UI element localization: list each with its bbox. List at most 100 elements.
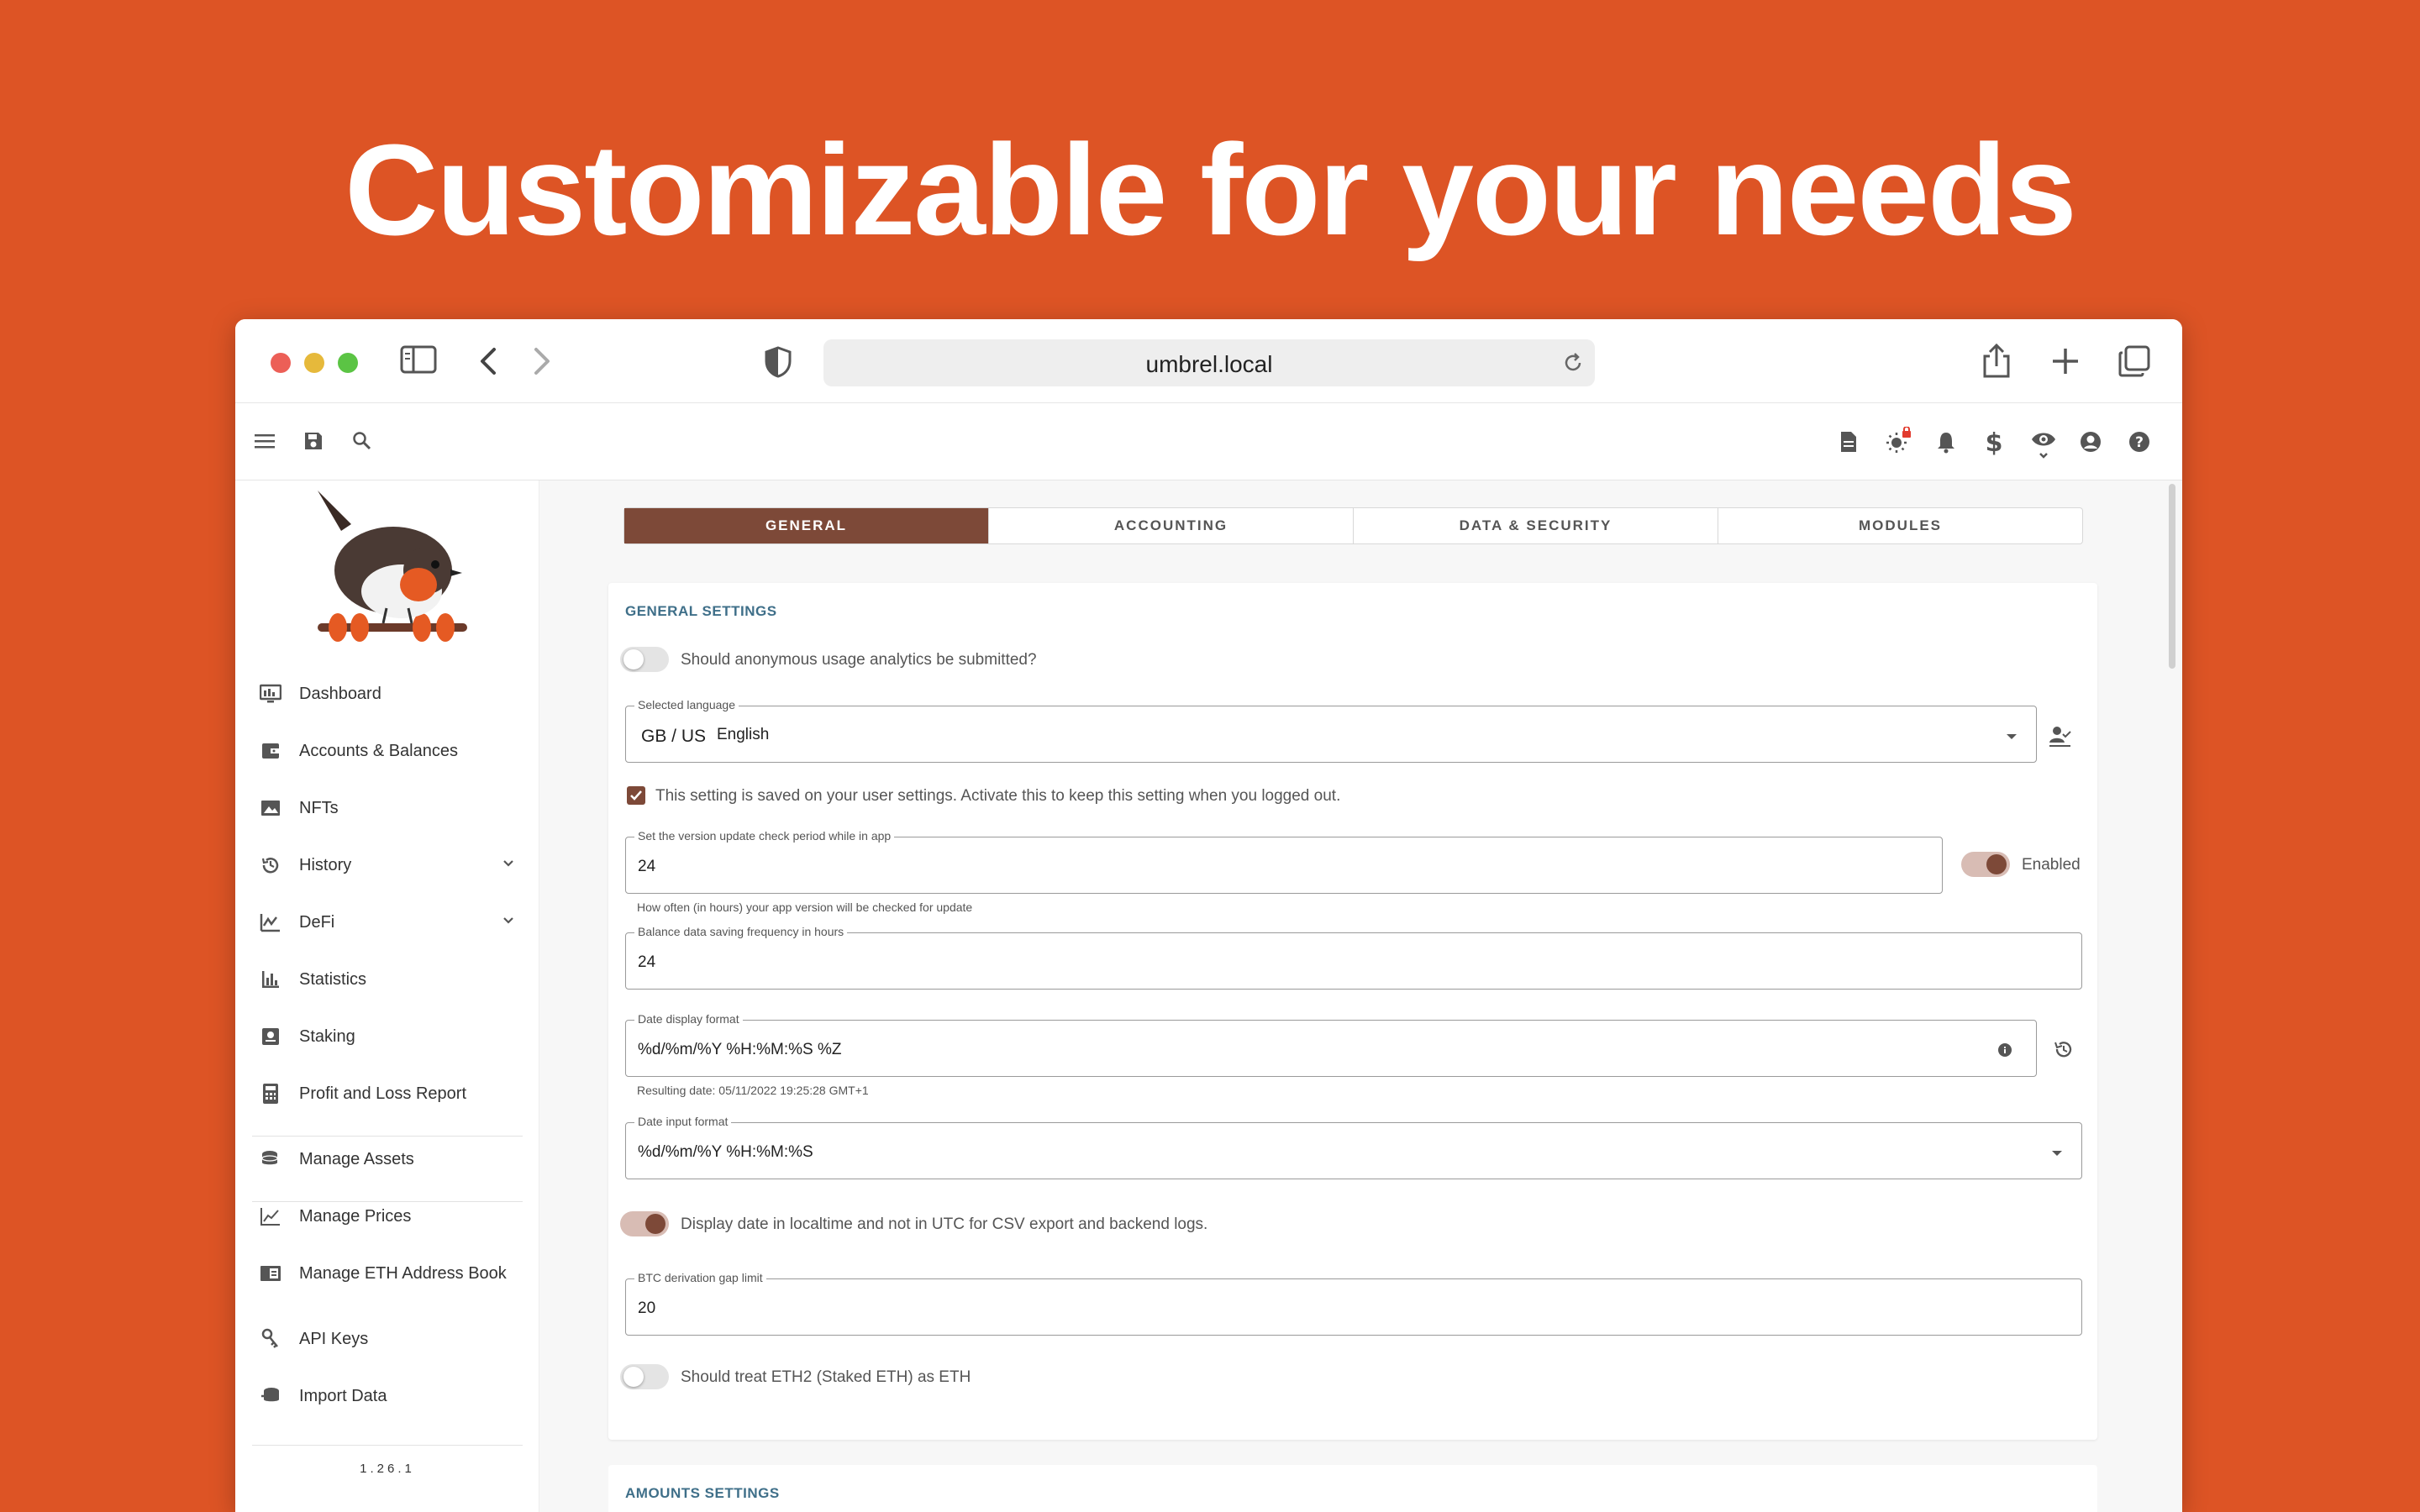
btc-gap-limit-field[interactable]: BTC derivation gap limit 20 (625, 1271, 2082, 1336)
scrollbar[interactable] (2169, 484, 2175, 669)
version-check-field[interactable]: Set the version update check period whil… (625, 829, 1943, 894)
chevron-down-icon[interactable] (501, 912, 516, 932)
info-icon[interactable] (1997, 1042, 2012, 1062)
reload-icon[interactable] (1561, 351, 1585, 379)
sidebar-item-label: Staking (299, 1026, 355, 1046)
field-label: Date display format (634, 1012, 743, 1026)
field-label: Set the version update check period whil… (634, 829, 895, 843)
persist-setting-icon[interactable] (2047, 724, 2072, 752)
settings-tabs: GENERAL ACCOUNTING DATA & SECURITY MODUL… (623, 507, 2083, 544)
tab-overview-icon[interactable] (2118, 344, 2151, 382)
section-title: GENERAL SETTINGS (625, 603, 777, 619)
image-icon (259, 796, 282, 820)
sidebar-item-import-data[interactable]: Import Data (259, 1371, 528, 1421)
sidebar-item-defi[interactable]: DeFi (259, 897, 528, 948)
sidebar-item-label: DeFi (299, 912, 335, 932)
dropdown-arrow-icon (2051, 1147, 2063, 1162)
sidebar-item-accounts-balances[interactable]: Accounts & Balances (259, 726, 528, 776)
currency-icon[interactable]: $ (1983, 428, 2005, 459)
version-check-hint: How often (in hours) your app version wi… (637, 900, 973, 914)
notes-icon[interactable] (1837, 430, 1860, 458)
date-input-format-select[interactable]: Date input format %d/%m/%Y %H:%M:%S (625, 1115, 2082, 1179)
svg-text:$: $ (1986, 428, 2003, 455)
share-icon[interactable] (1981, 343, 2012, 384)
field-value: 20 (638, 1299, 656, 1317)
sidebar-toggle-icon[interactable] (400, 344, 437, 379)
sidebar-item-dashboard[interactable]: Dashboard (259, 669, 528, 719)
language-select[interactable]: Selected language GB / US English (625, 698, 2037, 763)
sidebar-item-label: Manage Assets (299, 1149, 414, 1168)
sidebar-item-history[interactable]: History (259, 840, 528, 890)
minimize-window-button[interactable] (304, 353, 324, 373)
language-value: English (717, 726, 770, 743)
persist-checkbox[interactable] (627, 786, 645, 805)
sidebar-item-profit-loss-report[interactable]: Profit and Loss Report (259, 1068, 528, 1119)
browser-chrome: umbrel.local (235, 319, 2182, 403)
address-book-icon (259, 1262, 282, 1285)
sidebar-item-statistics[interactable]: Statistics (259, 954, 528, 1005)
version-check-toggle-label: Enabled (2022, 856, 2081, 874)
tab-general[interactable]: GENERAL (624, 508, 989, 543)
search-icon[interactable] (351, 430, 373, 456)
localtime-toggle[interactable] (620, 1211, 669, 1236)
sidebar-item-label: Dashboard (299, 684, 381, 703)
sidebar-item-api-keys[interactable]: API Keys (259, 1314, 528, 1364)
sidebar-item-nfts[interactable]: NFTs (259, 783, 528, 833)
sidebar-item-label: API Keys (299, 1329, 369, 1348)
zoom-window-button[interactable] (338, 353, 358, 373)
tab-data-security[interactable]: DATA & SECURITY (1354, 508, 1718, 543)
eth2-toggle[interactable] (620, 1364, 669, 1389)
coins-icon (259, 1147, 282, 1171)
forward-icon[interactable] (531, 346, 553, 381)
sidebar-item-staking[interactable]: Staking (259, 1011, 528, 1062)
sidebar-item-manage-assets[interactable]: Manage Assets (259, 1134, 528, 1184)
staking-icon (259, 1025, 282, 1048)
balance-frequency-field[interactable]: Balance data saving frequency in hours 2… (625, 925, 2082, 990)
back-icon[interactable] (477, 346, 499, 381)
version-check-toggle[interactable] (1961, 852, 2010, 877)
tab-accounting[interactable]: ACCOUNTING (989, 508, 1354, 543)
privacy-icon[interactable] (2030, 428, 2057, 466)
section-title: AMOUNTS SETTINGS (625, 1485, 780, 1501)
sidebar-item-manage-eth-address-book[interactable]: Manage ETH Address Book (259, 1248, 528, 1299)
svg-text:?: ? (2135, 434, 2144, 451)
close-window-button[interactable] (271, 353, 291, 373)
account-icon[interactable] (2079, 430, 2102, 458)
wallet-icon (259, 739, 282, 763)
analytics-label: Should anonymous usage analytics be subm… (681, 651, 1037, 669)
defi-icon (259, 911, 282, 934)
reset-icon[interactable] (2052, 1038, 2075, 1064)
bar-chart-icon (259, 968, 282, 991)
sidebar-item-label: Profit and Loss Report (299, 1084, 466, 1103)
notifications-icon[interactable] (1934, 430, 1958, 458)
theme-icon[interactable] (1884, 426, 1912, 459)
save-icon[interactable] (302, 430, 324, 456)
address-bar[interactable]: umbrel.local (823, 339, 1595, 386)
date-display-format-field[interactable]: Date display format %d/%m/%Y %H:%M:%S %Z (625, 1012, 2037, 1077)
menu-icon[interactable] (254, 432, 276, 454)
amounts-settings-card: AMOUNTS SETTINGS (608, 1465, 2097, 1512)
sidebar-divider (252, 1201, 523, 1202)
tab-modules[interactable]: MODULES (1718, 508, 2082, 543)
sidebar-item-label: Accounts & Balances (299, 741, 458, 760)
sidebar-item-manage-prices[interactable]: Manage Prices (259, 1191, 528, 1242)
field-label: Date input format (634, 1115, 732, 1128)
app-logo (309, 491, 469, 663)
shield-icon[interactable] (765, 346, 792, 382)
field-label: Selected language (634, 698, 739, 711)
field-value: 24 (638, 953, 656, 971)
chevron-down-icon[interactable] (501, 855, 516, 875)
help-icon[interactable]: ? (2128, 430, 2151, 458)
field-value: %d/%m/%Y %H:%M:%S (638, 1143, 813, 1161)
analytics-toggle[interactable] (620, 647, 669, 672)
headline: Customizable for your needs (345, 118, 2077, 262)
field-value: 24 (638, 858, 656, 875)
date-display-hint: Resulting date: 05/11/2022 19:25:28 GMT+… (637, 1084, 869, 1097)
sidebar-item-label: Statistics (299, 969, 367, 989)
dashboard-icon (259, 682, 282, 706)
key-icon (259, 1327, 282, 1351)
browser-window: umbrel.local $ ? Dashboard Accounts & Ba… (235, 319, 2182, 1512)
history-icon (259, 853, 282, 877)
new-tab-icon[interactable] (2050, 346, 2081, 381)
dropdown-arrow-icon (2006, 730, 2018, 745)
